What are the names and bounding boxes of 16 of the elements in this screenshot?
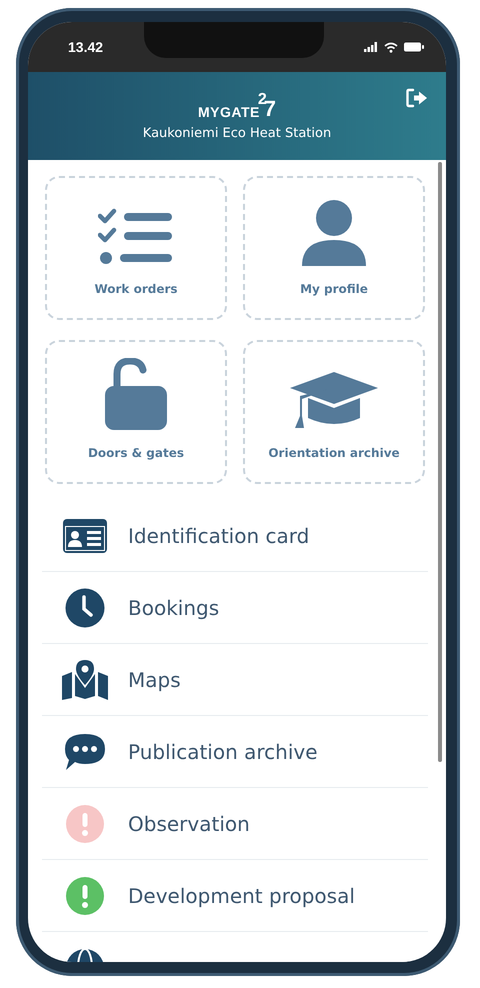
wifi-icon — [384, 42, 398, 52]
signal-icon — [364, 42, 378, 52]
id-card-icon — [63, 518, 107, 552]
battery-icon — [404, 42, 424, 52]
menu-tile[interactable]: My profile — [243, 176, 425, 320]
unlocked-padlock-icon — [103, 358, 169, 432]
menu-tile[interactable]: Doors & gates — [45, 340, 227, 484]
status-time: 13.42 — [68, 39, 104, 55]
chat-bubble-icon — [64, 732, 106, 772]
menu-tile[interactable]: Work orders — [45, 176, 227, 320]
site-name: Kaukoniemi Eco Heat Station — [142, 126, 332, 140]
logout-icon — [406, 88, 428, 108]
clock-icon — [65, 588, 105, 628]
map-pin-icon — [62, 660, 108, 700]
menu-tile[interactable]: Orientation archive — [243, 340, 425, 484]
person-icon — [301, 200, 367, 268]
